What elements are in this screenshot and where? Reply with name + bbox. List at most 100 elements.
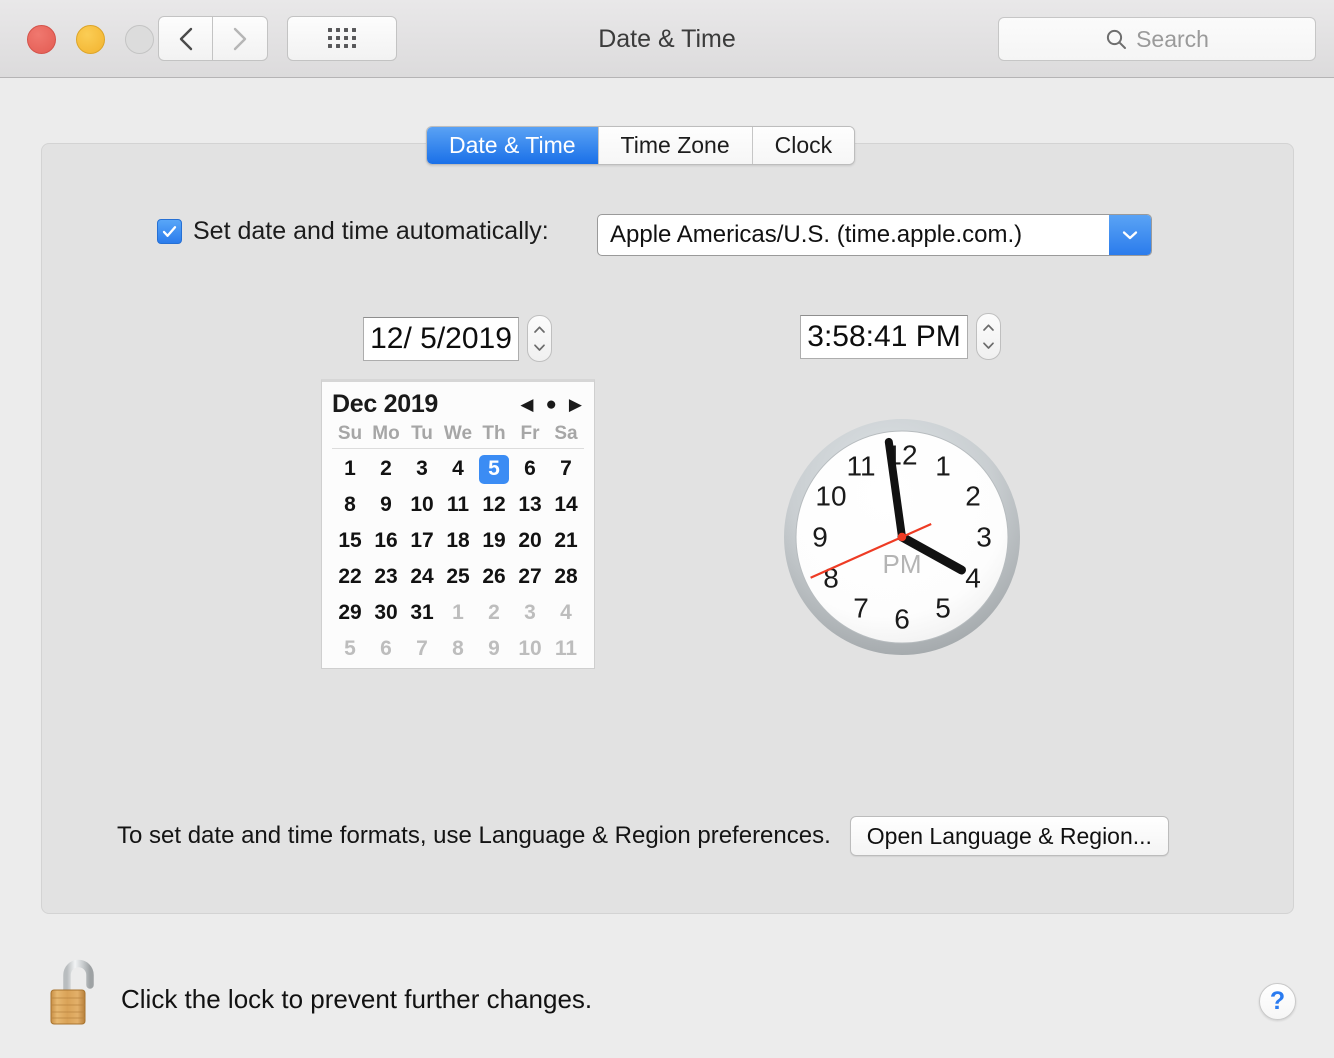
help-button[interactable]: ?: [1259, 983, 1296, 1020]
calendar-day[interactable]: 22: [332, 559, 368, 595]
chevron-up-icon[interactable]: [533, 325, 546, 334]
calendar-day-number: 22: [338, 565, 362, 588]
calendar-day-number: 3: [524, 601, 536, 624]
time-input[interactable]: 3:58:41 PM: [800, 314, 968, 359]
calendar-day-number: 6: [380, 637, 392, 660]
clock-numeral: 11: [846, 451, 875, 482]
calendar-day-number: 16: [374, 529, 398, 552]
calendar-day[interactable]: 16: [368, 523, 404, 559]
calendar-day[interactable]: 4: [440, 451, 476, 487]
calendar-day[interactable]: 9: [368, 487, 404, 523]
calendar-day[interactable]: 8: [332, 487, 368, 523]
tab-clock[interactable]: Clock: [752, 127, 855, 164]
zoom-window-button[interactable]: [125, 25, 154, 54]
calendar-day-number: 31: [410, 601, 434, 624]
calendar-day[interactable]: 3: [404, 451, 440, 487]
chevron-down-icon[interactable]: [533, 343, 546, 352]
calendar-day[interactable]: 6: [512, 451, 548, 487]
date-input[interactable]: 12/ 5/2019: [363, 316, 519, 361]
date-and-time-preferences-window: Date & Time Search Date & Time Time Zone…: [0, 0, 1334, 1058]
tab-date-and-time[interactable]: Date & Time: [427, 127, 599, 164]
set-automatically-row: Set date and time automatically:: [157, 217, 549, 246]
calendar-day[interactable]: 11: [440, 487, 476, 523]
clock-numeral: 6: [894, 604, 910, 635]
lock-button[interactable]: [47, 958, 101, 1030]
time-server-popup-button[interactable]: Apple Americas/U.S. (time.apple.com.): [597, 214, 1152, 256]
calendar-day[interactable]: 20: [512, 523, 548, 559]
calendar-day-number: 25: [446, 565, 470, 588]
calendar-day[interactable]: 8: [440, 631, 476, 667]
close-window-button[interactable]: [27, 25, 56, 54]
triangle-right-icon[interactable]: ▶: [569, 396, 582, 413]
month-calendar[interactable]: Dec 2019 ◀ ● ▶ Su Mo Tu We Th Fr Sa 1234…: [321, 379, 595, 669]
calendar-day-number: 29: [338, 601, 362, 624]
calendar-day[interactable]: 2: [476, 595, 512, 631]
calendar-day[interactable]: 30: [368, 595, 404, 631]
calendar-day-number: 10: [518, 637, 542, 660]
back-button[interactable]: [158, 16, 213, 61]
calendar-day[interactable]: 1: [440, 595, 476, 631]
window-titlebar: Date & Time Search: [0, 0, 1334, 78]
calendar-day[interactable]: 7: [548, 451, 584, 487]
calendar-day[interactable]: 29: [332, 595, 368, 631]
calendar-day[interactable]: 14: [548, 487, 584, 523]
set-automatically-checkbox[interactable]: [157, 219, 182, 244]
day-header: Sa: [554, 423, 578, 444]
calendar-day-number: 11: [554, 637, 578, 660]
forward-button[interactable]: [213, 16, 268, 61]
search-placeholder: Search: [1136, 25, 1209, 52]
calendar-day[interactable]: 11: [548, 631, 584, 667]
clock-numeral: 9: [812, 522, 828, 553]
calendar-day[interactable]: 10: [512, 631, 548, 667]
search-field[interactable]: Search: [998, 17, 1316, 61]
time-server-dropdown-arrow[interactable]: [1109, 215, 1151, 255]
calendar-day[interactable]: 10: [404, 487, 440, 523]
tab-time-zone[interactable]: Time Zone: [598, 127, 753, 164]
calendar-day[interactable]: 26: [476, 559, 512, 595]
calendar-day[interactable]: 31: [404, 595, 440, 631]
calendar-day[interactable]: 4: [548, 595, 584, 631]
triangle-left-icon[interactable]: ◀: [520, 396, 533, 413]
calendar-day-number: 23: [374, 565, 398, 588]
show-all-preferences-button[interactable]: [287, 16, 397, 61]
calendar-day[interactable]: 9: [476, 631, 512, 667]
traffic-lights: [27, 25, 154, 54]
calendar-day[interactable]: 19: [476, 523, 512, 559]
calendar-day[interactable]: 17: [404, 523, 440, 559]
date-stepper[interactable]: [527, 315, 552, 362]
calendar-day[interactable]: 5: [332, 631, 368, 667]
calendar-day[interactable]: 15: [332, 523, 368, 559]
calendar-day-number: 14: [554, 493, 578, 516]
chevron-down-icon[interactable]: [982, 341, 995, 350]
calendar-day[interactable]: 23: [368, 559, 404, 595]
dot-icon[interactable]: ●: [545, 395, 556, 414]
calendar-day[interactable]: 1: [332, 451, 368, 487]
calendar-day[interactable]: 25: [440, 559, 476, 595]
calendar-day[interactable]: 27: [512, 559, 548, 595]
calendar-day[interactable]: 21: [548, 523, 584, 559]
unlocked-padlock-icon: [50, 959, 94, 1025]
calendar-day[interactable]: 13: [512, 487, 548, 523]
calendar-day-selected[interactable]: 5: [476, 451, 512, 487]
calendar-day-number: 7: [416, 637, 428, 660]
chevron-down-icon: [1122, 231, 1138, 240]
calendar-day-number: 27: [518, 565, 542, 588]
calendar-day-number: 4: [452, 457, 464, 480]
calendar-day[interactable]: 12: [476, 487, 512, 523]
clock-center-hub: [897, 532, 907, 542]
open-language-and-region-button[interactable]: Open Language & Region...: [849, 816, 1169, 856]
calendar-day[interactable]: 6: [368, 631, 404, 667]
calendar-day-number: 8: [452, 637, 464, 660]
calendar-day[interactable]: 24: [404, 559, 440, 595]
calendar-day[interactable]: 18: [440, 523, 476, 559]
day-header: Fr: [520, 423, 540, 444]
calendar-day[interactable]: 7: [404, 631, 440, 667]
calendar-day[interactable]: 3: [512, 595, 548, 631]
calendar-day[interactable]: 2: [368, 451, 404, 487]
day-header: Tu: [411, 423, 433, 444]
clock-numeral: 1: [935, 451, 951, 482]
chevron-up-icon[interactable]: [982, 323, 995, 332]
minimize-window-button[interactable]: [76, 25, 105, 54]
time-stepper[interactable]: [976, 313, 1001, 360]
calendar-day[interactable]: 28: [548, 559, 584, 595]
